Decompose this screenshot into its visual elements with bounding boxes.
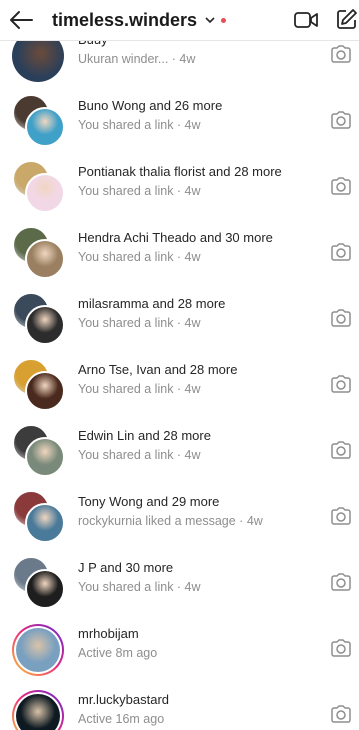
camera-icon[interactable] — [330, 638, 352, 658]
thread-preview: Ukuran winder... · 4w — [78, 52, 196, 66]
thread-row[interactable]: J P and 30 more You shared a link · 4w — [0, 550, 359, 616]
thread-preview: You shared a link · 4w — [78, 382, 201, 396]
top-bar: timeless.winders — [0, 0, 359, 41]
camera-icon[interactable] — [330, 704, 352, 724]
thread-row[interactable]: Tony Wong and 29 more rockykurnia liked a… — [0, 484, 359, 550]
avatar — [12, 160, 65, 213]
camera-icon[interactable] — [330, 374, 352, 394]
avatar — [12, 622, 64, 676]
thread-preview: You shared a link · 4w — [78, 316, 201, 330]
thread-name: milasramma and 28 more — [78, 296, 226, 311]
thread-name: Edwin Lin and 28 more — [78, 428, 211, 443]
thread-row[interactable]: mr.luckybastard Active 16m ago — [0, 682, 359, 730]
avatar — [12, 226, 65, 279]
thread-name: Arno Tse, Ivan and 28 more — [78, 362, 238, 377]
avatar-front — [25, 437, 65, 477]
camera-icon[interactable] — [330, 440, 352, 460]
avatar-front — [25, 305, 65, 345]
camera-icon[interactable] — [330, 110, 352, 130]
thread-name: mr.luckybastard — [78, 692, 170, 707]
account-switcher[interactable]: timeless.winders — [52, 9, 227, 31]
thread-preview: You shared a link · 4w — [78, 250, 201, 264]
thread-row[interactable]: Buuy Ukuran winder... · 4w — [0, 40, 359, 88]
thread-preview: Active 8m ago — [78, 646, 158, 660]
thread-preview: rockykurnia liked a message · 4w — [78, 514, 263, 528]
thread-row[interactable]: Pontianak thalia florist and 28 more You … — [0, 154, 359, 220]
camera-icon[interactable] — [330, 506, 352, 526]
thread-row[interactable]: Buno Wong and 26 more You shared a link ·… — [0, 88, 359, 154]
thread-row[interactable]: Hendra Achi Theado and 30 more You shared… — [0, 220, 359, 286]
avatar — [12, 40, 64, 82]
avatar — [12, 94, 65, 147]
avatar — [12, 688, 64, 730]
thread-preview: You shared a link · 4w — [78, 118, 201, 132]
avatar — [12, 292, 65, 345]
back-arrow-icon[interactable] — [6, 6, 36, 34]
avatar — [12, 556, 65, 609]
thread-name: Pontianak thalia florist and 28 more — [78, 164, 282, 179]
avatar — [12, 490, 65, 543]
thread-preview: You shared a link · 4w — [78, 184, 201, 198]
thread-name: Buuy — [78, 40, 108, 47]
account-title: timeless.winders — [52, 9, 198, 30]
camera-icon[interactable] — [330, 176, 352, 196]
thread-name: Hendra Achi Theado and 30 more — [78, 230, 273, 245]
thread-row[interactable]: Edwin Lin and 28 more You shared a link ·… — [0, 418, 359, 484]
thread-preview: You shared a link · 4w — [78, 448, 201, 462]
avatar-front — [25, 371, 65, 411]
thread-preview: You shared a link · 4w — [78, 580, 201, 594]
avatar — [12, 424, 65, 477]
unread-dot — [221, 17, 227, 23]
avatar-front — [25, 239, 65, 279]
story-ring — [12, 624, 64, 676]
video-camera-icon[interactable] — [293, 9, 319, 31]
thread-preview: Active 16m ago — [78, 712, 165, 726]
thread-row[interactable]: milasramma and 28 more You shared a link … — [0, 286, 359, 352]
camera-icon[interactable] — [330, 308, 352, 328]
thread-name: Tony Wong and 29 more — [78, 494, 220, 509]
avatar-front — [25, 503, 65, 543]
avatar-front — [25, 107, 65, 147]
avatar-front — [25, 569, 65, 609]
avatar-front — [25, 173, 65, 213]
avatar — [12, 358, 65, 411]
thread-row[interactable]: Arno Tse, Ivan and 28 more You shared a l… — [0, 352, 359, 418]
camera-icon[interactable] — [330, 572, 352, 592]
compose-icon[interactable] — [336, 8, 358, 30]
thread-name: mrhobijam — [78, 626, 139, 641]
thread-name: Buno Wong and 26 more — [78, 98, 223, 113]
camera-icon[interactable] — [330, 242, 352, 262]
camera-icon[interactable] — [330, 44, 352, 64]
story-ring — [12, 690, 64, 730]
thread-row[interactable]: mrhobijam Active 8m ago — [0, 616, 359, 682]
thread-name: J P and 30 more — [78, 560, 174, 575]
thread-list: Buuy Ukuran winder... · 4w Buno Wong and 2… — [0, 40, 359, 730]
avatar-image — [12, 40, 64, 82]
chevron-down-icon — [205, 17, 215, 24]
